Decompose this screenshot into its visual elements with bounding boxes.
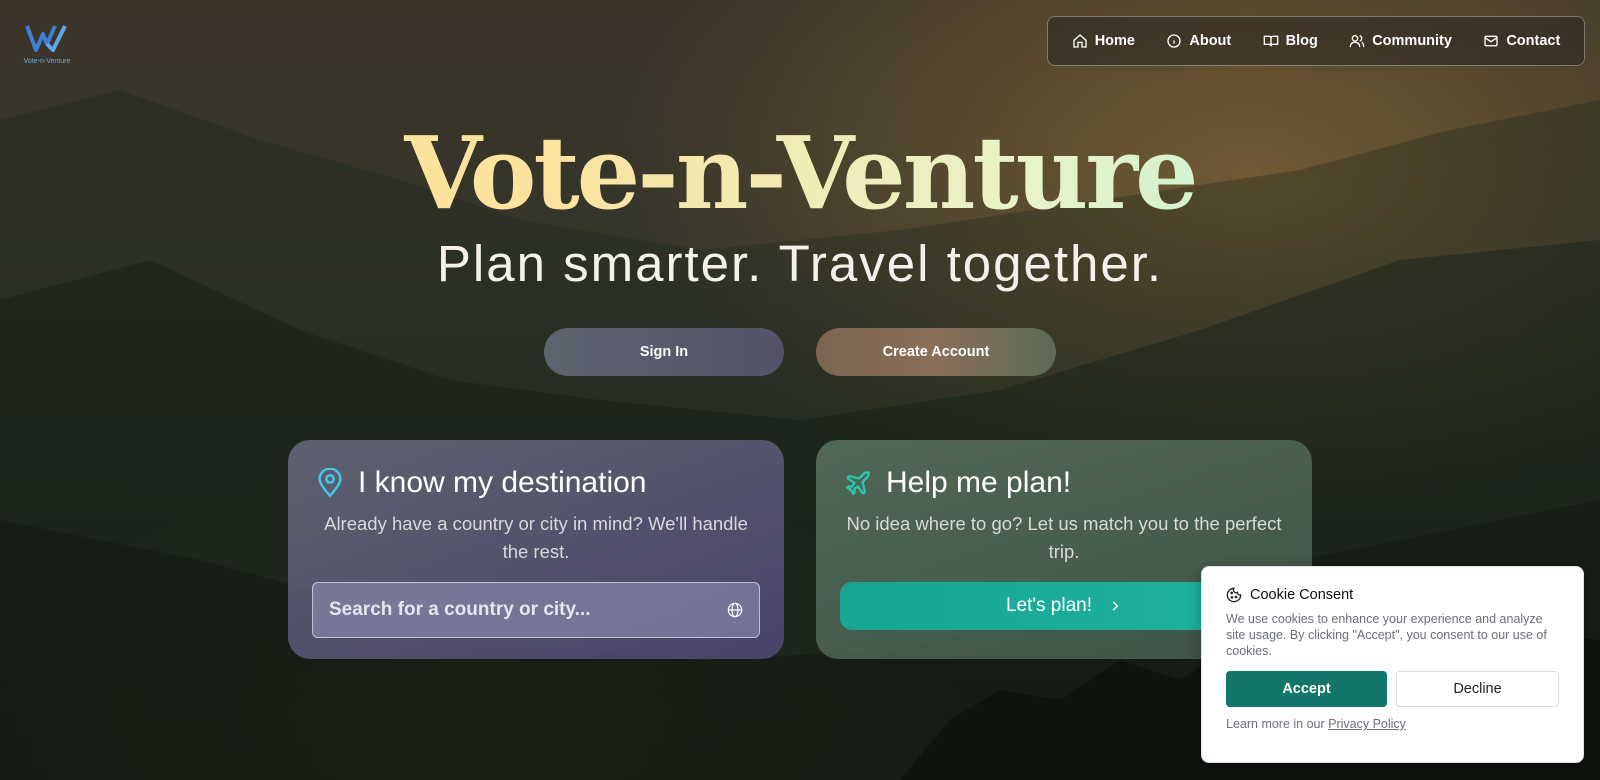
lets-plan-label: Let's plan! xyxy=(1005,595,1093,616)
users-icon xyxy=(1349,35,1365,48)
cookie-footer: Learn more in our Privacy Policy xyxy=(1226,717,1559,731)
cookie-header: Cookie Consent xyxy=(1226,587,1559,603)
nav-item-about[interactable]: About xyxy=(1166,33,1231,49)
site-logo[interactable]: Vote-n-Venture xyxy=(18,24,76,65)
nav-label-home: Home xyxy=(1094,33,1135,49)
cookie-text: We use cookies to enhance your experienc… xyxy=(1226,612,1547,658)
cookie-consent-dialog: Cookie Consent We use cookies to enhance… xyxy=(1201,566,1584,763)
search-placeholder: Search for a country or city... xyxy=(329,599,591,620)
destination-search-input[interactable]: Search for a country or city... xyxy=(312,582,760,638)
chevron-right-icon xyxy=(1112,601,1119,611)
globe-icon[interactable] xyxy=(727,602,743,618)
hero-tagline: Plan smarter. Travel together. xyxy=(436,235,1164,292)
book-icon xyxy=(1263,35,1278,47)
create-account-button[interactable]: Create Account xyxy=(816,328,1056,376)
privacy-policy-link[interactable]: Privacy Policy xyxy=(1328,717,1406,731)
info-icon xyxy=(1167,34,1182,48)
nav-label-about: About xyxy=(1189,33,1232,49)
nav-label-blog: Blog xyxy=(1285,33,1318,49)
nav-item-contact[interactable]: Contact xyxy=(1483,33,1560,49)
mail-icon xyxy=(1484,35,1498,47)
cookie-title: Cookie Consent xyxy=(1250,587,1354,603)
nav-item-community[interactable]: Community xyxy=(1349,33,1452,49)
destination-card-header: I know my destination xyxy=(316,466,760,500)
main-nav: Home About Blog Community Contact xyxy=(1047,16,1585,66)
logo-w-icon xyxy=(25,25,67,52)
cookie-decline-button[interactable]: Decline xyxy=(1396,671,1559,707)
destination-card-title: I know my destination xyxy=(358,466,647,499)
cookie-footer-text: Learn more in our xyxy=(1226,717,1329,731)
logo-text: Vote-n-Venture xyxy=(23,58,71,65)
cookie-buttons: Accept Decline xyxy=(1226,671,1559,707)
plane-icon xyxy=(845,471,870,496)
plan-card-description: No idea where to go? Let us match you to… xyxy=(846,513,1282,562)
sign-in-button[interactable]: Sign In xyxy=(544,328,784,376)
nav-label-contact: Contact xyxy=(1506,33,1561,49)
nav-item-blog[interactable]: Blog xyxy=(1263,33,1318,49)
destination-card: I know my destination Already have a cou… xyxy=(288,440,784,659)
hero-title: Vote-n-Venture xyxy=(0,118,1600,228)
cookie-accept-button[interactable]: Accept xyxy=(1226,671,1387,707)
home-icon xyxy=(1073,34,1087,48)
nav-label-community: Community xyxy=(1372,33,1452,49)
plan-card-header: Help me plan! xyxy=(844,466,1288,500)
nav-item-home[interactable]: Home xyxy=(1072,33,1135,49)
destination-card-description: Already have a country or city in mind? … xyxy=(324,513,748,562)
plan-card-title: Help me plan! xyxy=(886,466,1072,499)
cookie-icon xyxy=(1226,587,1242,603)
map-pin-icon xyxy=(318,468,342,498)
